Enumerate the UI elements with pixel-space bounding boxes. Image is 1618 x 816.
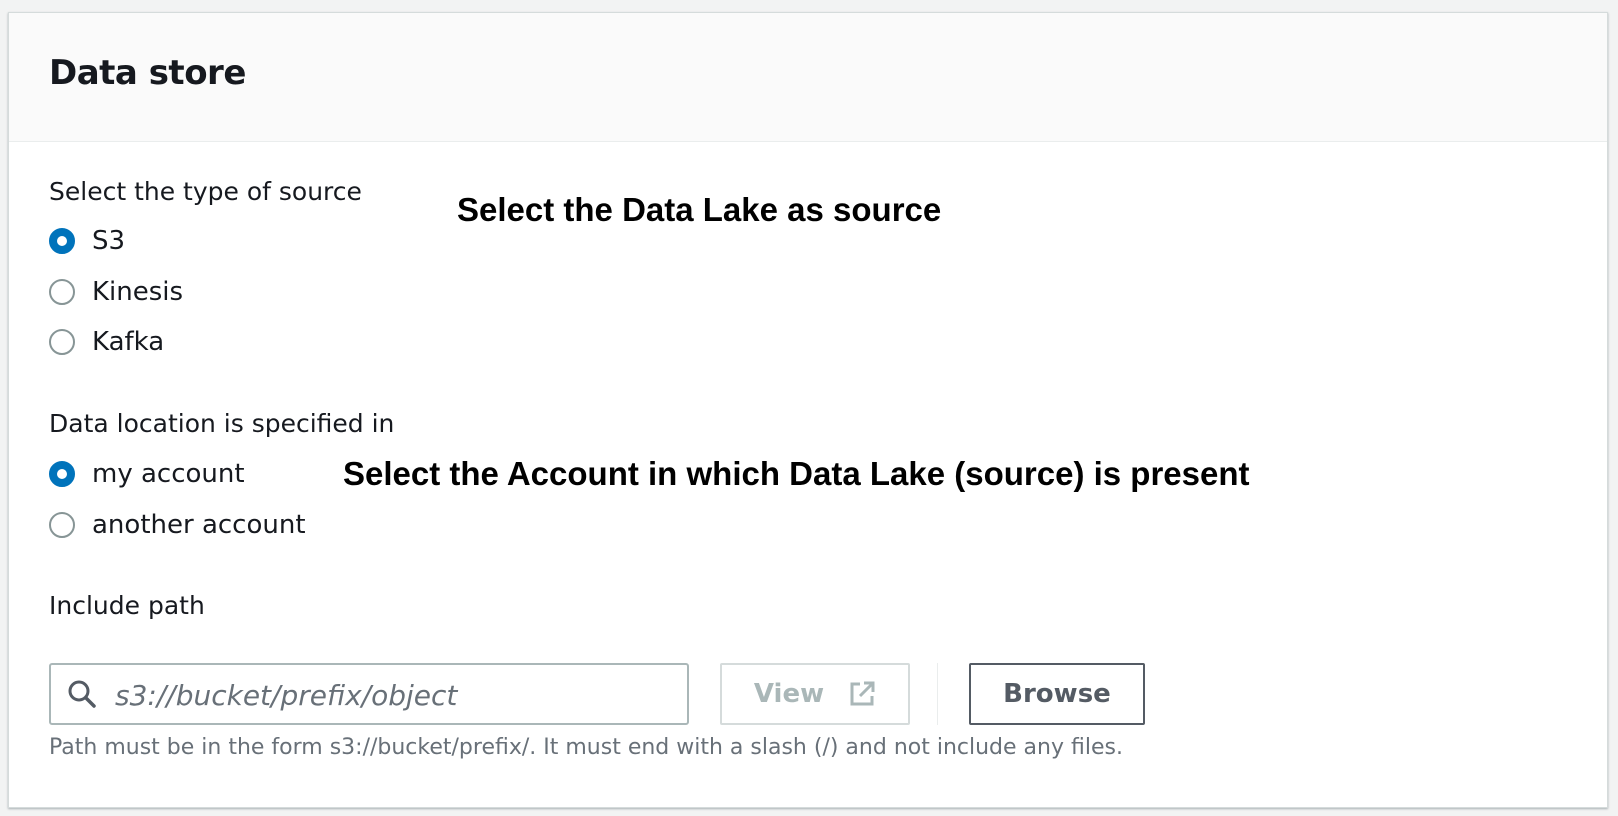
radio-label-kinesis: Kinesis xyxy=(92,277,184,307)
radio-option-s3[interactable]: S3 xyxy=(49,225,125,257)
radio-button-another-account[interactable] xyxy=(49,512,75,538)
radio-option-kinesis[interactable]: Kinesis xyxy=(49,276,183,308)
panel-header: Data store xyxy=(9,13,1607,142)
view-button[interactable]: View xyxy=(720,663,910,725)
radio-button-my-account[interactable] xyxy=(49,461,75,487)
radio-option-kafka[interactable]: Kafka xyxy=(49,326,164,358)
data-store-panel: Data store Select the type of source S3 … xyxy=(8,12,1608,808)
radio-option-my-account[interactable]: my account xyxy=(49,458,245,490)
data-location-label: Data location is specified in xyxy=(49,409,395,438)
include-path-label: Include path xyxy=(49,591,205,620)
browse-button[interactable]: Browse xyxy=(969,663,1145,725)
source-type-label: Select the type of source xyxy=(49,177,362,206)
source-annotation: Select the Data Lake as source xyxy=(457,191,942,228)
radio-label-another-account: another account xyxy=(92,510,306,540)
button-divider xyxy=(937,663,938,725)
account-annotation: Select the Account in which Data Lake (s… xyxy=(343,455,1250,492)
radio-button-kafka[interactable] xyxy=(49,329,75,355)
include-path-input[interactable] xyxy=(113,665,677,725)
include-path-search-box[interactable] xyxy=(49,663,689,725)
include-path-hint: Path must be in the form s3://bucket/pre… xyxy=(49,735,1123,760)
radio-label-s3: S3 xyxy=(92,226,126,256)
radio-option-another-account[interactable]: another account xyxy=(49,509,306,541)
radio-label-my-account: my account xyxy=(92,459,245,489)
search-icon xyxy=(68,680,96,708)
radio-button-kinesis[interactable] xyxy=(49,279,75,305)
external-link-icon xyxy=(850,681,875,706)
browse-button-label: Browse xyxy=(1003,679,1111,709)
radio-label-kafka: Kafka xyxy=(92,327,165,357)
panel-title: Data store xyxy=(49,53,246,93)
view-button-label: View xyxy=(753,679,825,709)
radio-button-s3[interactable] xyxy=(49,228,75,254)
